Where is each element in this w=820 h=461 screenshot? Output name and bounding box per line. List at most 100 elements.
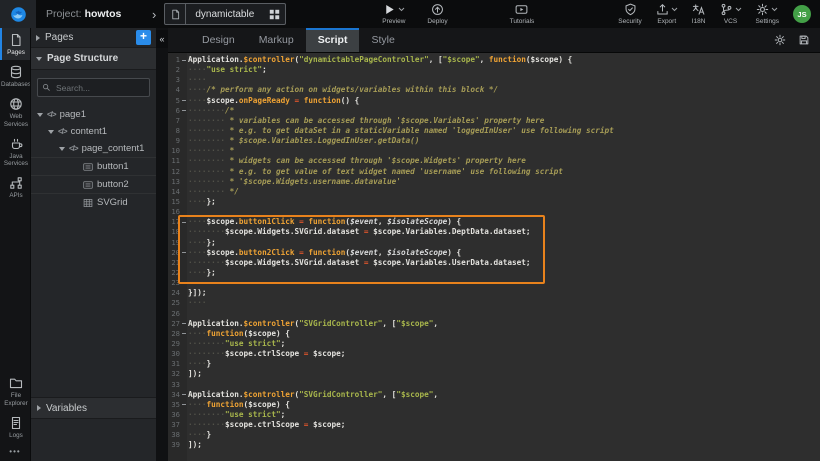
tutorials-button[interactable]: Tutorials <box>506 3 539 25</box>
fold-marker[interactable] <box>180 390 187 400</box>
code-line-22: 22····}; <box>168 268 820 278</box>
tab-style[interactable]: Style <box>359 28 406 52</box>
fold-marker <box>180 268 187 278</box>
tree-item-button1[interactable]: button1 <box>31 157 156 175</box>
caret-right-icon <box>37 405 41 411</box>
tree-item-page1[interactable]: </>page1 <box>31 106 156 123</box>
page-selector-value: dynamictable <box>186 4 263 24</box>
rail-item-java-services[interactable]: Java Services <box>0 132 30 171</box>
fold-marker <box>180 197 187 207</box>
export-button[interactable]: Export <box>652 3 682 25</box>
tab-markup[interactable]: Markup <box>247 28 306 52</box>
chevron-down-icon <box>735 7 742 12</box>
tree-item-content1[interactable]: </> content1 <box>31 123 156 140</box>
tree-item-button2[interactable]: button2 <box>31 175 156 193</box>
line-number: 37 <box>168 420 180 430</box>
code-line-34: 34Application.$controller("SVGridControl… <box>168 390 820 400</box>
code-line-11: 11········ * widgets can be accessed thr… <box>168 156 820 166</box>
tree-item-label: content1 <box>71 126 107 137</box>
code-editor[interactable]: 1Application.$controller("dynamictablePa… <box>168 53 820 461</box>
variables-section-header[interactable]: Variables <box>31 397 156 419</box>
line-number: 26 <box>168 309 180 319</box>
rail-item-databases[interactable]: Databases <box>0 60 30 92</box>
line-number: 9 <box>168 136 180 146</box>
button-widget-icon <box>83 180 93 190</box>
tree-item-svgrid[interactable]: SVGrid <box>31 193 156 211</box>
tree-item-label: button1 <box>97 161 129 172</box>
rail-item-web-services[interactable]: Web Services <box>0 92 30 131</box>
pages-header-label: Pages <box>45 32 73 43</box>
code-line-2: 2····"use strict"; <box>168 65 820 75</box>
code-line-4: 4····/* perform any action on widgets/va… <box>168 85 820 95</box>
fold-marker <box>180 309 187 319</box>
code-line-38: 38····} <box>168 430 820 440</box>
line-number: 22 <box>168 268 180 278</box>
caret-down-icon[interactable] <box>59 147 65 151</box>
line-number: 28 <box>168 329 180 339</box>
fold-marker[interactable] <box>180 55 187 65</box>
pages-section-header[interactable]: Pages + <box>31 28 156 47</box>
fold-marker[interactable] <box>180 96 187 106</box>
fold-marker[interactable] <box>180 217 187 227</box>
code-line-28: 28····function($scope) { <box>168 329 820 339</box>
search-input[interactable] <box>54 82 146 94</box>
page-structure-header[interactable]: Page Structure <box>31 47 156 70</box>
tab-script[interactable]: Script <box>306 28 360 52</box>
fold-marker <box>180 116 187 126</box>
app-logo[interactable] <box>0 0 36 28</box>
line-number: 3 <box>168 75 180 85</box>
security-button[interactable]: Security <box>614 3 645 25</box>
code-line-6: 6········/* <box>168 106 820 116</box>
editor-settings-gear-icon[interactable] <box>774 34 786 46</box>
fold-marker[interactable] <box>180 106 187 116</box>
settings-button[interactable]: Settings <box>752 3 784 25</box>
fold-marker[interactable] <box>180 400 187 410</box>
line-number: 24 <box>168 288 180 298</box>
translate-icon <box>692 3 705 16</box>
save-icon[interactable] <box>798 34 810 46</box>
api-icon <box>9 176 23 190</box>
fold-marker <box>180 420 187 430</box>
deploy-button[interactable]: Deploy <box>423 3 451 25</box>
tree-item-page-content1[interactable]: </>page_content1 <box>31 140 156 157</box>
page-selector[interactable]: dynamictable <box>164 3 286 25</box>
code-line-18: 18········$scope.Widgets.SVGrid.dataset … <box>168 227 820 237</box>
vcs-button[interactable]: VCS <box>716 3 746 25</box>
fold-marker[interactable] <box>180 329 187 339</box>
line-number: 20 <box>168 248 180 258</box>
fold-marker <box>180 238 187 248</box>
rail-item-logs[interactable]: Logs <box>0 411 30 443</box>
line-number: 6 <box>168 106 180 116</box>
project-breadcrumb[interactable]: Project:howtos <box>46 8 152 20</box>
structure-search[interactable] <box>37 78 150 97</box>
folder-icon <box>9 376 23 390</box>
rail-more-button[interactable]: ••• <box>0 443 30 461</box>
line-number: 36 <box>168 410 180 420</box>
preview-button[interactable]: Preview <box>378 3 409 25</box>
code-line-5: 5····$scope.onPageReady = function() { <box>168 96 820 106</box>
code-line-15: 15····}; <box>168 197 820 207</box>
code-line-19: 19····}; <box>168 238 820 248</box>
caret-down-icon[interactable] <box>48 130 54 134</box>
grid-icon[interactable] <box>263 4 285 24</box>
fold-marker[interactable] <box>180 248 187 258</box>
rail-item-pages[interactable]: Pages <box>0 28 30 60</box>
code-line-35: 35····function($scope) { <box>168 400 820 410</box>
collapse-panel-button[interactable]: « <box>156 30 168 48</box>
fold-marker <box>180 410 187 420</box>
container-widget-icon: </> <box>58 127 67 136</box>
caret-down-icon[interactable] <box>37 113 43 117</box>
code-line-24: 24}]); <box>168 288 820 298</box>
line-number: 11 <box>168 156 180 166</box>
code-line-31: 31····} <box>168 359 820 369</box>
rail-item-apis[interactable]: APIs <box>0 171 30 203</box>
line-number: 16 <box>168 207 180 217</box>
line-number: 7 <box>168 116 180 126</box>
fold-marker[interactable] <box>180 319 187 329</box>
left-rail: PagesDatabasesWeb ServicesJava ServicesA… <box>0 28 30 461</box>
i18n-button[interactable]: I18N <box>688 3 710 25</box>
user-avatar[interactable]: JS <box>793 5 811 23</box>
rail-item-file-explorer[interactable]: File Explorer <box>0 371 30 410</box>
add-page-button[interactable]: + <box>136 30 151 45</box>
tab-design[interactable]: Design <box>190 28 247 52</box>
